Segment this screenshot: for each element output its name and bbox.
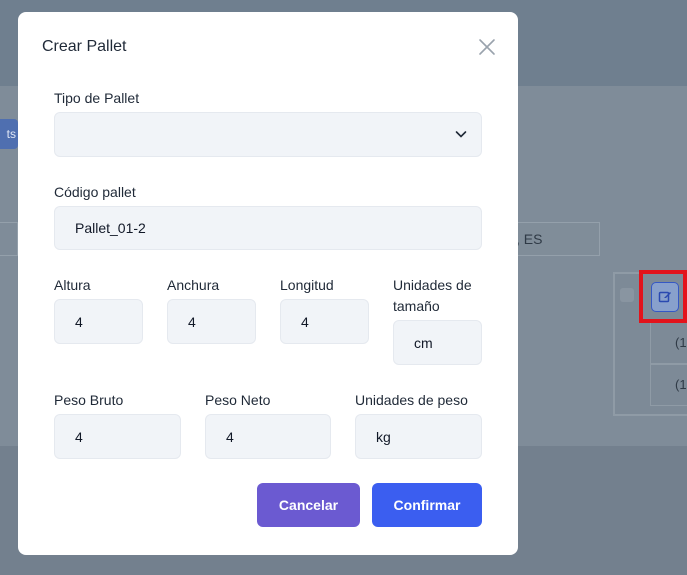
- height-field[interactable]: 4: [54, 299, 143, 344]
- close-button[interactable]: [476, 36, 498, 58]
- chevron-down-icon: [455, 131, 467, 138]
- pallet-type-label: Tipo de Pallet: [54, 90, 140, 106]
- background-button: ts: [0, 119, 18, 149]
- background-input-left: [0, 222, 18, 256]
- gross-weight-label: Peso Bruto: [54, 392, 124, 408]
- size-units-value: cm: [414, 334, 433, 351]
- width-label: Anchura: [167, 277, 220, 293]
- size-units-label-line1: Unidades de: [393, 277, 472, 293]
- height-label: Altura: [54, 277, 91, 293]
- size-units-label-line2: tamaño: [393, 298, 440, 314]
- background-row-checkbox: [620, 288, 634, 302]
- length-field[interactable]: 4: [280, 299, 369, 344]
- length-value: 4: [301, 313, 309, 330]
- pallet-code-label: Código pallet: [54, 184, 136, 200]
- width-value: 4: [188, 313, 196, 330]
- net-weight-label: Peso Neto: [205, 392, 271, 408]
- size-units-label: Unidades de tamaño: [393, 275, 472, 317]
- pallet-code-value: Pallet_01-2: [75, 220, 146, 236]
- weight-units-value: kg: [376, 428, 391, 445]
- gross-weight-value: 4: [75, 428, 83, 445]
- background-table-cell: (1: [650, 322, 687, 364]
- net-weight-value: 4: [226, 428, 234, 445]
- gross-weight-field[interactable]: 4: [54, 414, 181, 459]
- size-units-field[interactable]: cm: [393, 320, 482, 365]
- width-field[interactable]: 4: [167, 299, 256, 344]
- background-table-cell: (1: [650, 364, 687, 406]
- cancel-button[interactable]: Cancelar: [257, 483, 360, 527]
- length-label: Longitud: [280, 277, 334, 293]
- weight-units-label: Unidades de peso: [355, 392, 468, 408]
- create-pallet-dialog: Crear Pallet Tipo de Pallet Código palle…: [18, 12, 518, 555]
- weight-units-field[interactable]: kg: [355, 414, 482, 459]
- net-weight-field[interactable]: 4: [205, 414, 331, 459]
- highlight-box: [639, 270, 687, 323]
- height-value: 4: [75, 313, 83, 330]
- close-icon: [479, 39, 495, 55]
- pallet-type-select[interactable]: [54, 112, 482, 157]
- pallet-code-field[interactable]: Pallet_01-2: [54, 206, 482, 250]
- confirm-button[interactable]: Confirmar: [372, 483, 482, 527]
- dialog-title: Crear Pallet: [42, 38, 127, 55]
